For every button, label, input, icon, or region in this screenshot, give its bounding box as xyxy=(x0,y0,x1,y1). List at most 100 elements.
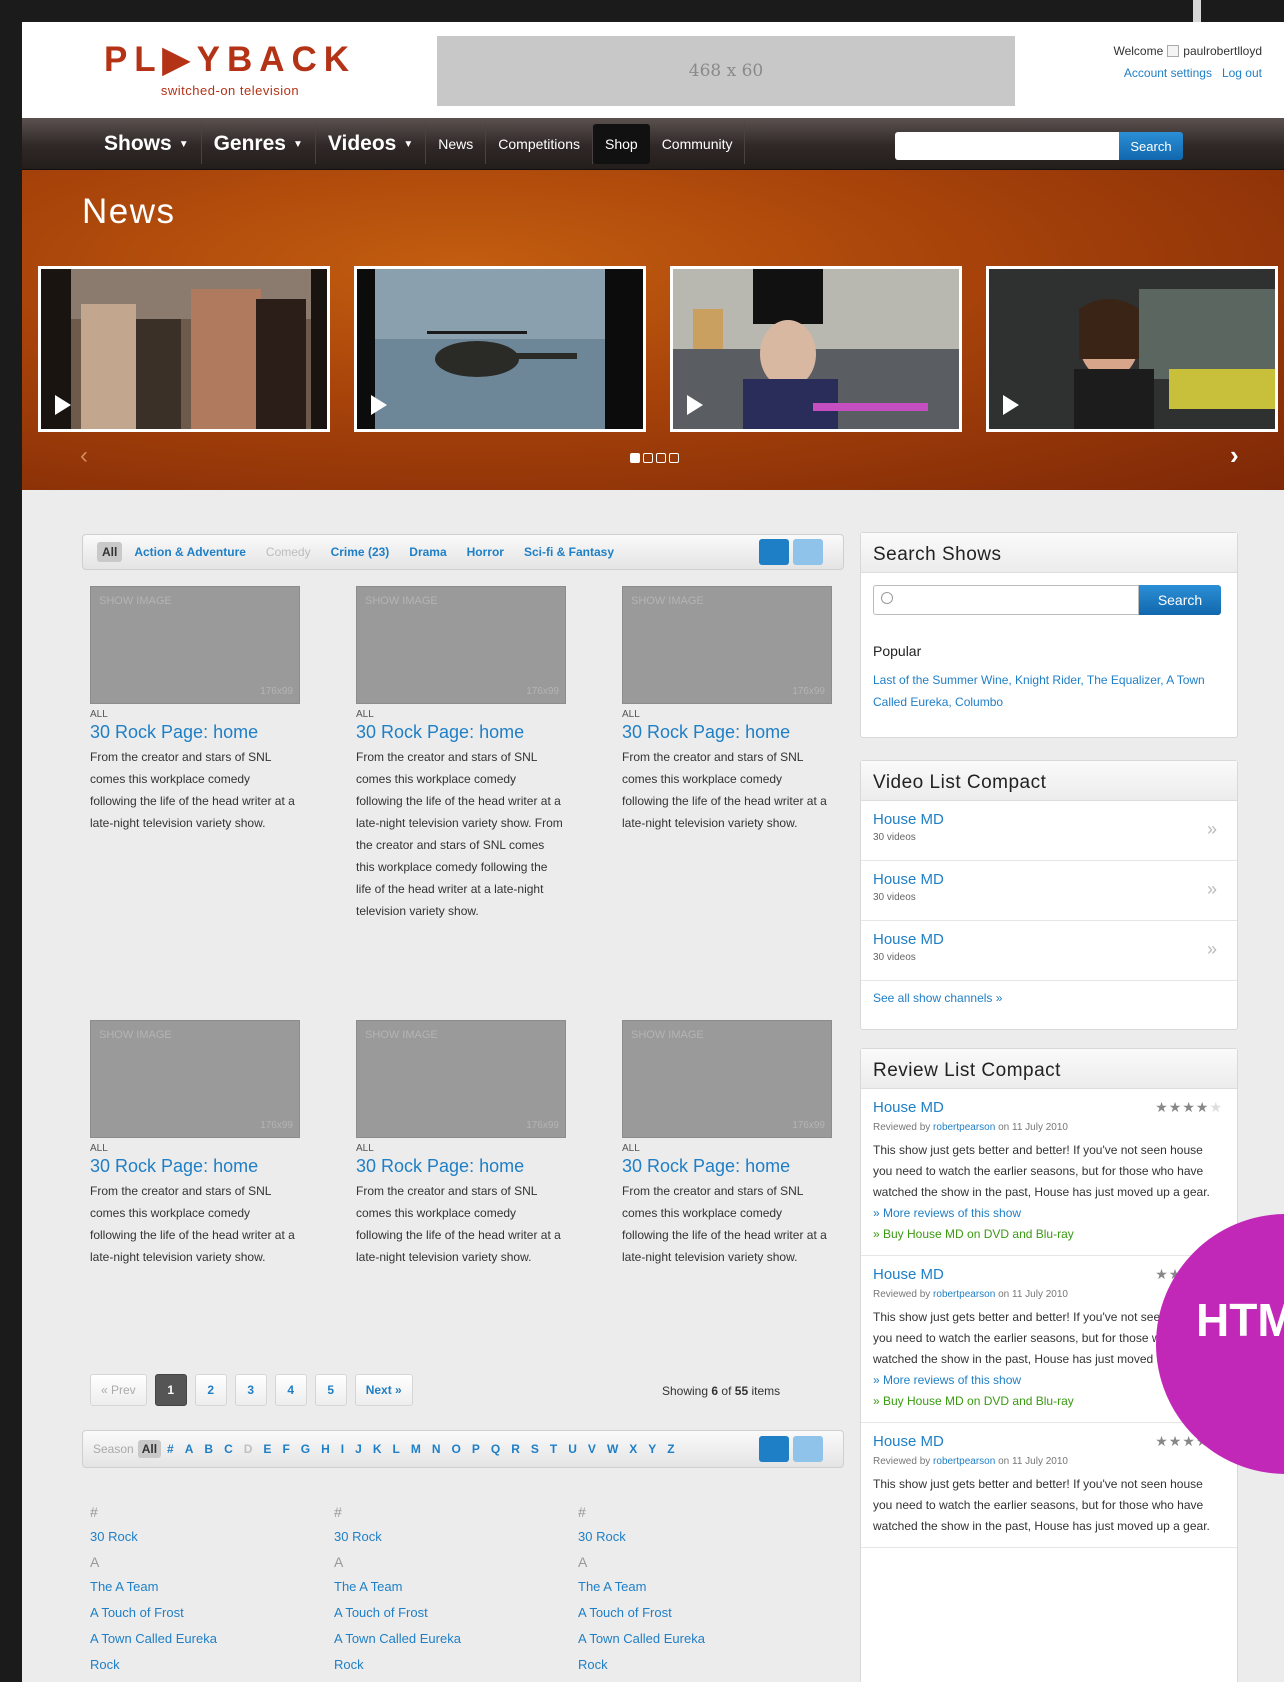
show-search-input[interactable] xyxy=(873,585,1139,615)
alpha-letter-f[interactable]: F xyxy=(282,1442,289,1456)
page-button-1[interactable]: 1 xyxy=(154,1374,187,1406)
page-button-4[interactable]: 4 xyxy=(274,1374,307,1406)
index-show-link[interactable]: A Touch of Frost xyxy=(334,1600,554,1626)
video-thumb[interactable] xyxy=(670,266,962,432)
video-thumb[interactable] xyxy=(986,266,1278,432)
alpha-letter-k[interactable]: K xyxy=(373,1442,382,1456)
index-show-link[interactable]: Rock xyxy=(90,1652,310,1678)
alpha-letter-i[interactable]: I xyxy=(341,1442,344,1456)
page-button-3[interactable]: 3 xyxy=(234,1374,267,1406)
nav-competitions[interactable]: Competitions xyxy=(486,124,593,164)
header-search-input[interactable] xyxy=(895,132,1119,160)
alpha-letter-p[interactable]: P xyxy=(472,1442,480,1456)
filter-action-adventure[interactable]: Action & Adventure xyxy=(134,545,246,559)
grid-view-icon[interactable] xyxy=(759,539,789,565)
logout-link[interactable]: Log out xyxy=(1222,66,1262,80)
site-logo[interactable]: PL▶YBACK switched-on television xyxy=(90,42,370,98)
page-button-5[interactable]: 5 xyxy=(314,1374,347,1406)
alpha-letter-hash[interactable]: # xyxy=(167,1442,174,1456)
see-all-channels-link[interactable]: See all show channels » xyxy=(861,981,1237,1015)
video-thumb[interactable] xyxy=(38,266,330,432)
list-view-icon[interactable] xyxy=(793,1436,823,1462)
nav-genres[interactable]: Genres ▼ xyxy=(202,124,316,164)
alpha-all[interactable]: All xyxy=(137,1440,162,1458)
reviewer-link[interactable]: robertpearson xyxy=(933,1122,995,1133)
nav-shows[interactable]: Shows ▼ xyxy=(92,124,202,164)
index-show-link[interactable]: Rock xyxy=(334,1652,554,1678)
filter-horror[interactable]: Horror xyxy=(467,545,504,559)
carousel-prev-icon[interactable]: ‹ xyxy=(80,442,88,470)
alpha-letter-z[interactable]: Z xyxy=(667,1442,674,1456)
account-settings-link[interactable]: Account settings xyxy=(1124,66,1212,80)
video-list-item[interactable]: House MD 30 videos » xyxy=(861,921,1237,981)
header-search-button[interactable]: Search xyxy=(1119,132,1183,160)
alpha-letter-g[interactable]: G xyxy=(301,1442,310,1456)
grid-view-icon[interactable] xyxy=(759,1436,789,1462)
alpha-letter-m[interactable]: M xyxy=(411,1442,421,1456)
index-show-link[interactable]: A Town Called Eureka xyxy=(334,1626,554,1652)
nav-shop[interactable]: Shop xyxy=(592,124,650,164)
next-page-button[interactable]: Next » xyxy=(354,1374,413,1406)
show-card[interactable]: SHOW IMAGE 176x99 ALL 30 Rock Page: home … xyxy=(356,586,566,922)
video-thumb[interactable] xyxy=(354,266,646,432)
show-title-link[interactable]: 30 Rock Page: home xyxy=(90,1156,300,1177)
index-show-link[interactable]: Rock xyxy=(578,1678,798,1682)
show-title-link[interactable]: 30 Rock Page: home xyxy=(622,1156,832,1177)
index-show-link[interactable]: A Town Called Eureka xyxy=(90,1626,310,1652)
alpha-letter-c[interactable]: C xyxy=(224,1442,233,1456)
index-show-link[interactable]: Rock xyxy=(334,1678,554,1682)
alpha-letter-j[interactable]: J xyxy=(355,1442,362,1456)
page-button-2[interactable]: 2 xyxy=(194,1374,227,1406)
carousel-dot[interactable] xyxy=(630,453,640,463)
alpha-letter-l[interactable]: L xyxy=(393,1442,400,1456)
show-title-link[interactable]: 30 Rock Page: home xyxy=(90,722,300,743)
show-title-link[interactable]: 30 Rock Page: home xyxy=(356,722,566,743)
alpha-letter-q[interactable]: Q xyxy=(491,1442,500,1456)
reviewer-link[interactable]: robertpearson xyxy=(933,1456,995,1467)
alpha-letter-e[interactable]: E xyxy=(263,1442,271,1456)
more-reviews-link[interactable]: » More reviews of this show xyxy=(873,1203,1225,1224)
index-show-link[interactable]: The A Team xyxy=(578,1574,798,1600)
alpha-letter-t[interactable]: T xyxy=(550,1442,557,1456)
buy-dvd-link[interactable]: » Buy House MD on DVD and Blu-ray xyxy=(873,1224,1225,1245)
index-show-link[interactable]: 30 Rock xyxy=(334,1524,554,1550)
nav-community[interactable]: Community xyxy=(650,124,746,164)
popular-links[interactable]: Last of the Summer Wine, Knight Rider, T… xyxy=(873,669,1229,713)
carousel-dot[interactable] xyxy=(643,453,653,463)
index-show-link[interactable]: The A Team xyxy=(90,1574,310,1600)
alpha-letter-w[interactable]: W xyxy=(607,1442,618,1456)
alpha-letter-n[interactable]: N xyxy=(432,1442,441,1456)
show-search-button[interactable]: Search xyxy=(1139,585,1221,615)
alpha-letter-a[interactable]: A xyxy=(185,1442,194,1456)
video-list-item[interactable]: House MD 30 videos » xyxy=(861,861,1237,921)
alpha-letter-s[interactable]: S xyxy=(531,1442,539,1456)
index-show-link[interactable]: 30 Rock xyxy=(578,1524,798,1550)
alpha-letter-v[interactable]: V xyxy=(588,1442,596,1456)
index-show-link[interactable]: A Town Called Eureka xyxy=(578,1626,798,1652)
carousel-dot[interactable] xyxy=(669,453,679,463)
alpha-letter-r[interactable]: R xyxy=(511,1442,520,1456)
show-card[interactable]: SHOW IMAGE 176x99 ALL 30 Rock Page: home … xyxy=(90,1020,300,1268)
alpha-letter-h[interactable]: H xyxy=(321,1442,330,1456)
alpha-letter-b[interactable]: B xyxy=(204,1442,213,1456)
nav-news[interactable]: News xyxy=(426,124,487,164)
index-show-link[interactable]: The A Team xyxy=(334,1574,554,1600)
index-show-link[interactable]: A Touch of Frost xyxy=(90,1600,310,1626)
nav-videos[interactable]: Videos ▼ xyxy=(316,124,427,164)
show-title-link[interactable]: 30 Rock Page: home xyxy=(622,722,832,743)
index-show-link[interactable]: 30 Rock xyxy=(90,1524,310,1550)
index-show-link[interactable]: A Touch of Frost xyxy=(578,1600,798,1626)
index-show-link[interactable]: Rock xyxy=(90,1678,310,1682)
prev-page-button[interactable]: « Prev xyxy=(90,1374,147,1406)
filter-scifi-fantasy[interactable]: Sci-fi & Fantasy xyxy=(524,545,614,559)
ad-banner[interactable]: 468 x 60 xyxy=(437,36,1015,106)
filter-crime[interactable]: Crime (23) xyxy=(331,545,390,559)
reviewer-link[interactable]: robertpearson xyxy=(933,1289,995,1300)
filter-drama[interactable]: Drama xyxy=(409,545,446,559)
carousel-next-icon[interactable]: › xyxy=(1230,440,1239,471)
carousel-dot[interactable] xyxy=(656,453,666,463)
alpha-letter-y[interactable]: Y xyxy=(648,1442,656,1456)
show-card[interactable]: SHOW IMAGE 176x99 ALL 30 Rock Page: home … xyxy=(622,586,832,834)
index-show-link[interactable]: Rock xyxy=(578,1652,798,1678)
video-list-item[interactable]: House MD 30 videos » xyxy=(861,801,1237,861)
